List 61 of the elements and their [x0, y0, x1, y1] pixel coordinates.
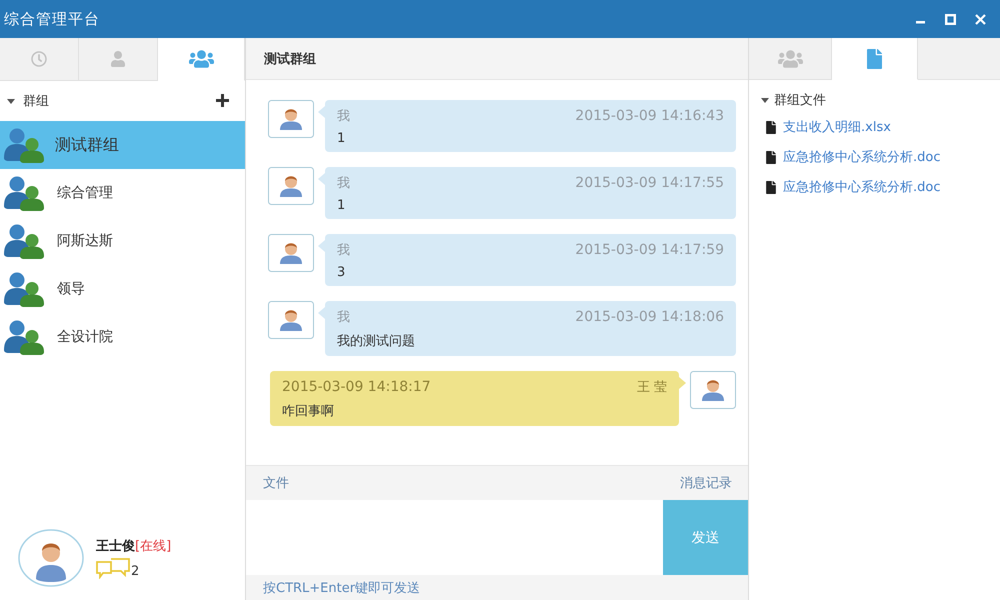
user-status: [在线]	[135, 538, 172, 555]
people-icon	[3, 127, 45, 163]
message-time: 2015-03-09 14:17:59	[575, 242, 724, 258]
avatar-icon	[268, 301, 314, 339]
close-icon[interactable]	[975, 14, 986, 24]
plus-icon[interactable]	[216, 94, 229, 107]
chat-title: 测试群组	[264, 50, 316, 68]
sender-name: 王 莹	[636, 379, 667, 396]
avatar-icon	[690, 371, 736, 409]
file-icon	[766, 120, 776, 134]
avatar-icon	[268, 234, 314, 272]
file-link[interactable]: 文件	[263, 474, 289, 492]
group-item[interactable]: 阿斯达斯	[0, 217, 245, 265]
file-icon	[766, 180, 776, 194]
file-link[interactable]: 应急抢修中心系统分析.doc	[761, 174, 1000, 200]
users-icon	[188, 49, 214, 69]
caret-down-icon[interactable]	[761, 96, 769, 104]
message-text: 咋回事啊	[282, 403, 335, 420]
section-label: 群组文件	[774, 92, 826, 109]
message-time: 2015-03-09 14:18:06	[575, 309, 724, 325]
user-avatar-icon[interactable]	[18, 529, 84, 587]
section-label: 群组	[23, 92, 49, 110]
file-icon	[867, 48, 882, 68]
avatar-icon	[268, 167, 314, 205]
user-name: 王士俊	[96, 538, 135, 555]
send-button[interactable]: 发送	[663, 500, 748, 575]
people-icon	[3, 271, 45, 307]
message-text: 3	[337, 265, 346, 280]
sender-name: 我	[337, 175, 350, 192]
message-text: 1	[337, 131, 346, 146]
file-link[interactable]: 应急抢修中心系统分析.doc	[761, 144, 1000, 170]
group-item[interactable]: 综合管理	[0, 169, 245, 217]
users-icon	[778, 48, 802, 68]
group-item[interactable]: 领导	[0, 265, 245, 313]
group-item[interactable]: 测试群组	[0, 121, 245, 169]
caret-down-icon[interactable]	[7, 96, 15, 104]
tab[interactable]	[79, 38, 158, 81]
clock-icon	[31, 51, 47, 67]
history-link[interactable]: 消息记录	[680, 474, 732, 492]
avatar-icon	[268, 100, 314, 138]
message-time: 2015-03-09 14:18:17	[282, 379, 431, 395]
message-time: 2015-03-09 14:17:55	[575, 175, 724, 191]
message-text: 我的测试问题	[337, 333, 416, 350]
file-icon	[766, 150, 776, 164]
people-icon	[3, 319, 45, 355]
file-link[interactable]: 支出收入明细.xlsx	[761, 114, 1000, 140]
tab[interactable]	[832, 38, 918, 80]
people-icon	[3, 223, 45, 259]
send-hint: 按CTRL+Enter键即可发送	[263, 580, 420, 596]
group-item[interactable]: 全设计院	[0, 313, 245, 361]
user-icon	[111, 51, 125, 67]
window-title: 综合管理平台	[4, 10, 100, 28]
unread-count: 2	[131, 565, 140, 579]
message-text: 1	[337, 198, 346, 213]
chat-bubbles-icon[interactable]	[96, 558, 130, 579]
people-icon	[3, 175, 45, 211]
sender-name: 我	[337, 242, 350, 259]
sender-name: 我	[337, 309, 350, 326]
message-time: 2015-03-09 14:16:43	[575, 108, 724, 124]
maximize-icon[interactable]	[945, 14, 956, 24]
sender-name: 我	[337, 108, 350, 125]
